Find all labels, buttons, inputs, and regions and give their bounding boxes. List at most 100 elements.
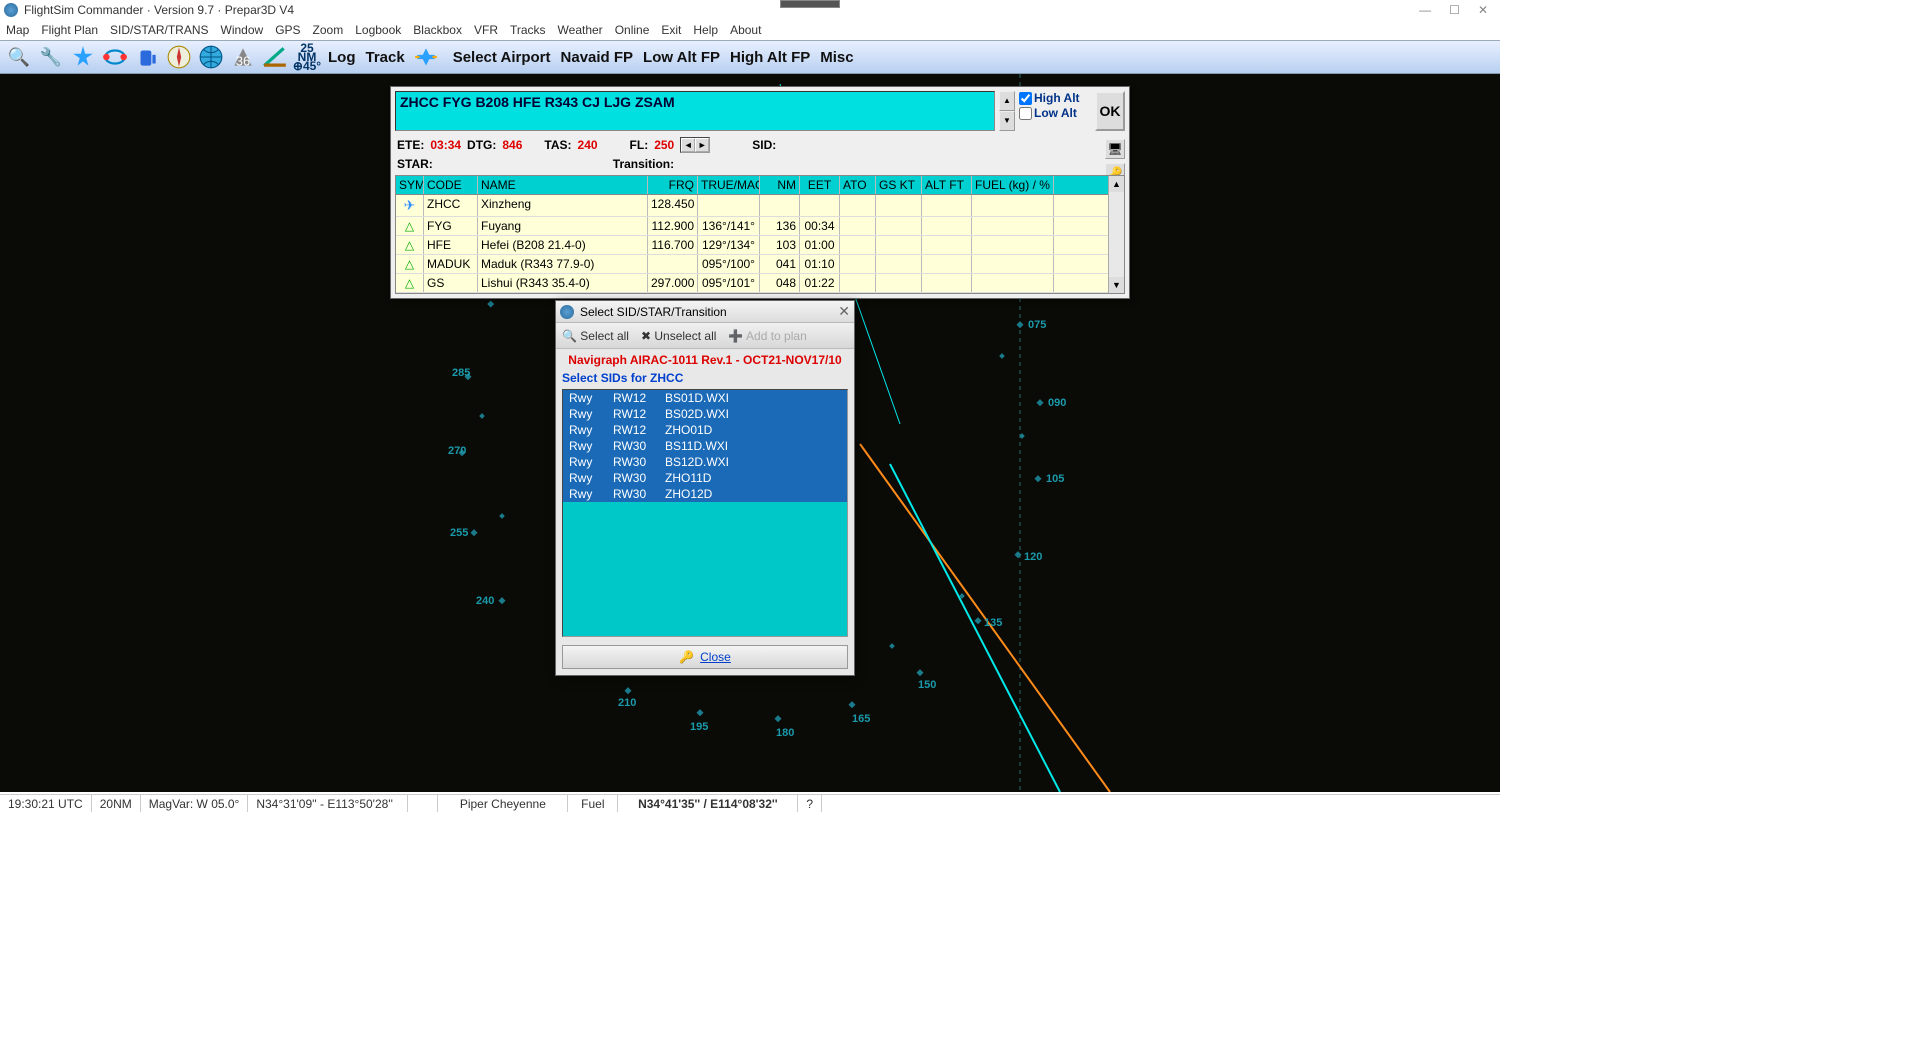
col-code[interactable]: CODE: [424, 176, 478, 194]
app-icon: [4, 3, 18, 17]
tool-track[interactable]: Track: [362, 49, 409, 66]
sid-list-item[interactable]: RwyRW30ZHO11D: [563, 470, 847, 486]
sid-listbox[interactable]: RwyRW12BS01D.WXIRwyRW12BS02D.WXIRwyRW12Z…: [562, 389, 848, 637]
tool-approach-icon[interactable]: [260, 42, 290, 72]
unselect-all-button[interactable]: ✖ Unselect all: [641, 329, 716, 343]
status-zoom: 20NM: [92, 795, 141, 812]
menu-help[interactable]: Help: [693, 23, 718, 37]
col-altft[interactable]: ALT FT: [922, 176, 972, 194]
svg-text:165: 165: [852, 713, 870, 725]
waypoint-table: SYM CODE NAME FRQ TRUE/MAG NM EET ATO GS…: [395, 175, 1125, 294]
svg-text:090: 090: [1048, 397, 1066, 409]
tool-lowalt-fp[interactable]: Low Alt FP: [639, 49, 724, 66]
close-icon[interactable]: ✕: [1478, 3, 1488, 17]
tool-globe-icon[interactable]: [196, 42, 226, 72]
tool-misc[interactable]: Misc: [816, 49, 857, 66]
top-indicator: [780, 0, 840, 8]
tool-navaid-fp[interactable]: Navaid FP: [557, 49, 638, 66]
tool-fuel-icon[interactable]: [132, 42, 162, 72]
tool-aircraft-icon[interactable]: [68, 42, 98, 72]
col-ato[interactable]: ATO: [840, 176, 876, 194]
tool-magnify-icon[interactable]: 🔍: [4, 42, 34, 72]
low-alt-checkbox[interactable]: Low Alt: [1019, 106, 1091, 120]
toolbar: 🔍 🔧 36 25NM⊕45° Log Track Select Airport…: [0, 40, 1500, 74]
menu-exit[interactable]: Exit: [661, 23, 681, 37]
menu-about[interactable]: About: [730, 23, 761, 37]
col-nm[interactable]: NM: [760, 176, 800, 194]
sideicon-screen-icon[interactable]: 🖥: [1105, 139, 1125, 159]
col-fuel[interactable]: FUEL (kg) / %: [972, 176, 1054, 194]
sid-list-item[interactable]: RwyRW30BS11D.WXI: [563, 438, 847, 454]
menu-vfr[interactable]: VFR: [474, 23, 498, 37]
tool-compass-icon[interactable]: [164, 42, 194, 72]
sid-list-item[interactable]: RwyRW30ZHO12D: [563, 486, 847, 502]
col-name[interactable]: NAME: [478, 176, 648, 194]
menu-window[interactable]: Window: [221, 23, 264, 37]
tool-range-icon[interactable]: 25NM⊕45°: [292, 42, 322, 72]
status-magvar: MagVar: W 05.0°: [141, 795, 249, 812]
tool-wrench-icon[interactable]: 🔧: [36, 42, 66, 72]
tool-highalt-fp[interactable]: High Alt FP: [726, 49, 814, 66]
table-scrollbar[interactable]: ▲ ▼: [1108, 176, 1124, 293]
menu-logbook[interactable]: Logbook: [355, 23, 401, 37]
status-help[interactable]: ?: [798, 795, 822, 812]
status-gap1: [408, 795, 438, 812]
table-scroll-down-icon: ▼: [1109, 277, 1124, 293]
menu-map[interactable]: Map: [6, 23, 29, 37]
table-row[interactable]: ✈ZHCCXinzheng128.450: [396, 195, 1108, 217]
svg-text:180: 180: [776, 727, 794, 739]
maximize-icon[interactable]: ☐: [1449, 3, 1460, 17]
svg-text:36: 36: [236, 54, 250, 69]
fp-star-row: STAR: Transition:: [391, 155, 1129, 173]
table-row[interactable]: △FYGFuyang112.900136°/141°13600:34: [396, 217, 1108, 236]
svg-text:150: 150: [918, 679, 936, 691]
sid-list-item[interactable]: RwyRW12BS02D.WXI: [563, 406, 847, 422]
sid-list-item[interactable]: RwyRW12BS01D.WXI: [563, 390, 847, 406]
add-to-plan-button[interactable]: ➕ Add to plan: [728, 329, 806, 343]
dialog-close-icon[interactable]: ✕: [838, 303, 850, 320]
route-scroll[interactable]: ▲▼: [999, 91, 1015, 131]
col-frq[interactable]: FRQ: [648, 176, 698, 194]
col-gskt[interactable]: GS KT: [876, 176, 922, 194]
high-alt-checkbox[interactable]: High Alt: [1019, 91, 1091, 105]
dialog-icon: [560, 305, 574, 319]
sid-list-item[interactable]: RwyRW12ZHO01D: [563, 422, 847, 438]
sid-label: SID:: [752, 138, 776, 152]
menu-online[interactable]: Online: [615, 23, 650, 37]
tool-select-airport[interactable]: Select Airport: [449, 49, 555, 66]
svg-text:240: 240: [476, 595, 494, 607]
menu-sidstar[interactable]: SID/STAR/TRANS: [110, 23, 208, 37]
tool-runway-icon[interactable]: 36: [228, 42, 258, 72]
tool-route-icon[interactable]: [100, 42, 130, 72]
menu-flightplan[interactable]: Flight Plan: [41, 23, 98, 37]
dialog-title: Select SID/STAR/Transition: [580, 305, 727, 319]
menu-zoom[interactable]: Zoom: [313, 23, 344, 37]
scroll-up-icon: ▲: [999, 91, 1015, 111]
select-all-button[interactable]: 🔍 Select all: [562, 329, 629, 343]
fl-stepper[interactable]: ◄►: [680, 137, 710, 153]
table-row[interactable]: △MADUKMaduk (R343 77.9-0)095°/100°04101:…: [396, 255, 1108, 274]
close-button[interactable]: 🔑Close: [562, 645, 848, 669]
tool-log[interactable]: Log: [324, 49, 360, 66]
svg-text:120: 120: [1024, 551, 1042, 563]
tool-goto-aircraft-icon[interactable]: [411, 42, 441, 72]
col-eet[interactable]: EET: [800, 176, 840, 194]
col-truemag[interactable]: TRUE/MAG: [698, 176, 760, 194]
menu-weather[interactable]: Weather: [558, 23, 603, 37]
minimize-icon[interactable]: —: [1419, 3, 1431, 17]
col-sym[interactable]: SYM: [396, 176, 424, 194]
route-string[interactable]: ZHCC FYG B208 HFE R343 CJ LJG ZSAM: [395, 91, 995, 131]
svg-text:195: 195: [690, 721, 708, 733]
statusbar: 19:30:21 UTC 20NM MagVar: W 05.0° N34°31…: [0, 794, 1500, 812]
svg-text:285: 285: [452, 367, 470, 379]
sid-list-item[interactable]: RwyRW30BS12D.WXI: [563, 454, 847, 470]
ok-button[interactable]: OK: [1095, 91, 1125, 131]
svg-text:210: 210: [618, 697, 636, 709]
airac-label: Navigraph AIRAC-1011 Rev.1 - OCT21-NOV17…: [556, 349, 854, 371]
table-row[interactable]: △HFEHefei (B208 21.4-0)116.700129°/134°1…: [396, 236, 1108, 255]
menu-tracks[interactable]: Tracks: [510, 23, 546, 37]
titlebar: FlightSim Commander · Version 9.7 · Prep…: [0, 0, 1500, 20]
menu-gps[interactable]: GPS: [275, 23, 300, 37]
menu-blackbox[interactable]: Blackbox: [413, 23, 462, 37]
table-row[interactable]: △GSLishui (R343 35.4-0)297.000095°/101°0…: [396, 274, 1108, 293]
